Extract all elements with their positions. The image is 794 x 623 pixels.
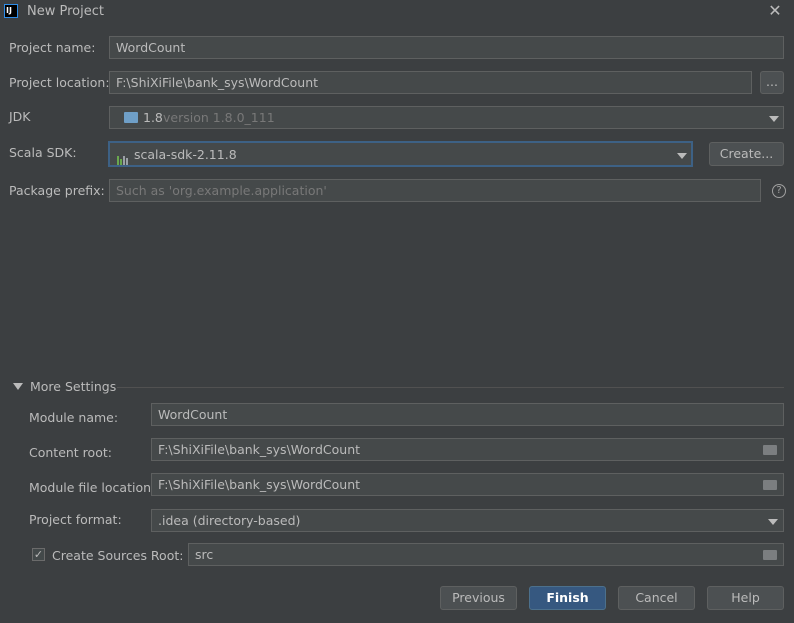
collapse-arrow-icon[interactable] bbox=[13, 383, 23, 390]
create-sources-root-label: Create Sources Root: bbox=[52, 548, 184, 563]
sources-root-value: src bbox=[195, 547, 214, 562]
intellij-app-icon: IJ bbox=[4, 4, 18, 18]
folder-icon[interactable] bbox=[763, 445, 777, 455]
package-prefix-placeholder: Such as 'org.example.application' bbox=[116, 183, 327, 198]
package-prefix-label: Package prefix: bbox=[9, 183, 105, 198]
package-prefix-input[interactable]: Such as 'org.example.application' bbox=[109, 179, 761, 202]
folder-icon[interactable] bbox=[763, 480, 777, 490]
module-name-input[interactable]: WordCount bbox=[151, 403, 784, 426]
jdk-folder-icon bbox=[124, 112, 138, 123]
finish-button[interactable]: Finish bbox=[529, 586, 606, 610]
module-file-location-label: Module file location: bbox=[29, 480, 156, 495]
window-title: New Project bbox=[27, 4, 104, 19]
more-settings-header[interactable]: More Settings bbox=[30, 379, 116, 394]
scala-library-icon bbox=[117, 148, 129, 165]
project-format-value: .idea (directory-based) bbox=[158, 513, 301, 528]
project-format-select[interactable]: .idea (directory-based) bbox=[151, 509, 784, 532]
chevron-down-icon bbox=[677, 153, 687, 159]
project-name-input[interactable]: WordCount bbox=[109, 36, 784, 59]
create-sources-root-checkbox[interactable]: ✓ bbox=[32, 548, 45, 561]
project-location-label: Project location: bbox=[9, 75, 110, 90]
chevron-down-icon bbox=[768, 519, 778, 525]
module-file-location-input[interactable]: F:\ShiXiFile\bank_sys\WordCount bbox=[151, 473, 784, 496]
module-file-location-value: F:\ShiXiFile\bank_sys\WordCount bbox=[158, 477, 361, 492]
folder-icon[interactable] bbox=[763, 550, 777, 560]
content-root-value: F:\ShiXiFile\bank_sys\WordCount bbox=[158, 442, 361, 457]
browse-location-button[interactable]: ... bbox=[760, 71, 784, 94]
chevron-down-icon bbox=[769, 116, 779, 122]
help-icon[interactable]: ? bbox=[772, 184, 786, 198]
previous-button[interactable]: Previous bbox=[440, 586, 517, 610]
cancel-button[interactable]: Cancel bbox=[618, 586, 695, 610]
scala-sdk-label: Scala SDK: bbox=[9, 145, 77, 160]
help-button[interactable]: Help bbox=[707, 586, 784, 610]
jdk-version: version 1.8.0_111 bbox=[163, 110, 275, 125]
scala-sdk-select[interactable]: scala-sdk-2.11.8 bbox=[108, 141, 693, 167]
jdk-select[interactable]: 1.8 version 1.8.0_111 bbox=[109, 106, 784, 129]
project-name-label: Project name: bbox=[9, 40, 96, 55]
module-name-label: Module name: bbox=[29, 410, 119, 425]
sources-root-input[interactable]: src bbox=[188, 543, 784, 566]
more-settings-separator bbox=[117, 387, 784, 388]
close-icon[interactable]: ✕ bbox=[766, 2, 784, 20]
content-root-input[interactable]: F:\ShiXiFile\bank_sys\WordCount bbox=[151, 438, 784, 461]
jdk-label: JDK bbox=[9, 109, 31, 124]
project-location-input[interactable]: F:\ShiXiFile\bank_sys\WordCount bbox=[109, 71, 752, 94]
jdk-name: 1.8 bbox=[143, 110, 163, 125]
create-sdk-button[interactable]: Create... bbox=[709, 142, 784, 166]
scala-sdk-value: scala-sdk-2.11.8 bbox=[134, 147, 237, 162]
project-format-label: Project format: bbox=[29, 512, 122, 527]
content-root-label: Content root: bbox=[29, 445, 112, 460]
title-bar bbox=[0, 0, 794, 24]
